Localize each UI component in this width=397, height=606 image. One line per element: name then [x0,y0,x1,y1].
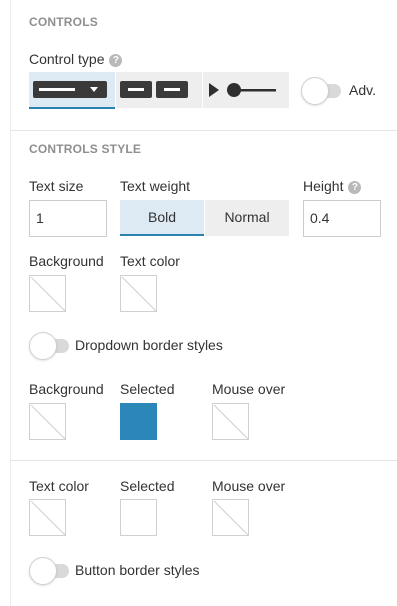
button-text-color-swatch[interactable] [29,499,66,536]
dropdown-border-styles-label: Dropdown border styles [75,337,223,353]
no-color-icon [213,500,248,535]
dropdown-icon [33,81,107,98]
dropdown-background-swatch[interactable] [29,403,66,440]
adv-toggle[interactable] [301,77,343,105]
dropdown-selected-label: Selected [120,381,175,397]
dropdown-background-label: Background [29,381,104,397]
control-type-buttons-option[interactable] [116,72,202,108]
toggle-knob [29,557,57,585]
dropdown-border-styles-toggle[interactable] [29,332,71,360]
button-border-styles-label: Button border styles [75,562,200,578]
button-selected-swatch[interactable] [120,499,157,536]
buttons-icon [120,81,188,98]
button-selected-label: Selected [120,478,175,494]
background-color-swatch[interactable] [29,275,66,312]
button-text-color-label: Text color [29,478,89,494]
help-icon[interactable]: ? [348,181,362,194]
text-size-input[interactable]: 1 [29,200,107,237]
height-label-row: Height? [303,178,362,194]
text-weight-label: Text weight [120,178,191,194]
dropdown-mouse-over-label: Mouse over [212,381,286,397]
control-type-slider-option[interactable] [203,72,289,108]
adv-label: Adv. [349,82,376,98]
no-color-icon [121,276,156,311]
button-border-styles-toggle[interactable] [29,557,71,585]
height-input[interactable]: 0.4 [303,200,381,237]
slider-icon [209,83,276,97]
height-label: Height [303,178,344,194]
text-size-label: Text size [29,178,84,194]
section-divider [10,130,397,131]
help-icon[interactable]: ? [109,54,123,67]
background-label: Background [29,253,104,269]
text-weight-bold-button[interactable]: Bold [120,200,204,236]
text-color-label: Text color [120,253,180,269]
button-mouse-over-swatch[interactable] [212,499,249,536]
dropdown-mouse-over-swatch[interactable] [212,403,249,440]
no-color-icon [30,404,65,439]
control-type-label: Control type [29,51,105,67]
no-color-icon [30,276,65,311]
controls-style-section-title: CONTROLS STYLE [29,142,142,156]
section-divider [10,460,397,461]
dropdown-selected-swatch[interactable] [120,403,157,440]
no-color-icon [30,500,65,535]
button-mouse-over-label: Mouse over [212,478,286,494]
toggle-knob [301,77,329,105]
toggle-knob [29,332,57,360]
control-type-dropdown-option[interactable] [29,72,115,109]
control-type-label-row: Control type? [29,51,123,67]
no-color-icon [213,404,248,439]
controls-section-title: CONTROLS [29,15,98,29]
text-weight-normal-button[interactable]: Normal [205,200,289,236]
text-color-swatch[interactable] [120,275,157,312]
